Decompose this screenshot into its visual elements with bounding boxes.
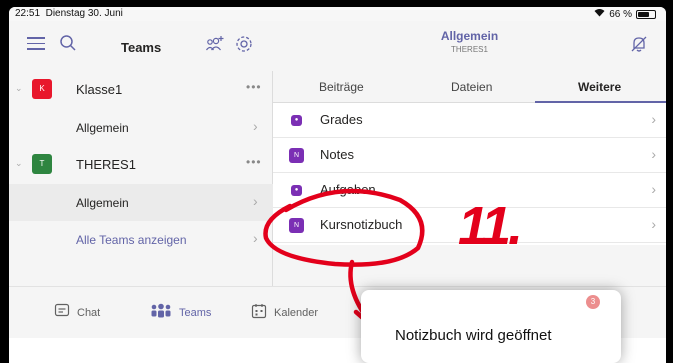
battery-icon xyxy=(636,9,656,19)
tab-beitraege[interactable]: Beiträge xyxy=(319,80,364,94)
app-label: Notes xyxy=(320,147,354,162)
onenote-icon: N xyxy=(289,218,304,233)
app-row-grades[interactable]: ● Grades › xyxy=(273,103,666,138)
channel-name: Allgemein xyxy=(76,121,129,135)
team-avatar: K xyxy=(32,79,52,99)
assignments-icon: ● xyxy=(291,185,302,196)
teams-icon xyxy=(150,303,172,322)
channel-title: Allgemein xyxy=(440,29,499,43)
app-label: Kursnotizbuch xyxy=(320,217,403,232)
bell-muted-icon[interactable] xyxy=(630,35,648,58)
hamburger-menu-icon[interactable] xyxy=(27,37,45,51)
channel-header: Allgemein THERES1 xyxy=(273,21,666,71)
team-list: ⌄ K Klasse1 ••• Allgemein › ⌄ T THERES1 … xyxy=(9,71,273,258)
chat-icon xyxy=(54,303,70,322)
channel-row-allgemein-selected[interactable]: Allgemein › xyxy=(9,184,273,221)
tab-teams[interactable]: Teams xyxy=(150,303,211,322)
tab-chat[interactable]: Chat xyxy=(54,303,100,322)
all-teams-label: Alle Teams anzeigen xyxy=(76,233,187,247)
chevron-right-icon: › xyxy=(253,193,258,209)
chevron-right-icon: › xyxy=(651,146,656,162)
tab-weitere[interactable]: Weitere xyxy=(578,80,621,94)
tab-calendar-label: Kalender xyxy=(274,306,319,319)
chevron-right-icon: › xyxy=(253,118,258,134)
status-right: 66 % xyxy=(594,8,656,20)
add-team-icon[interactable] xyxy=(205,35,225,58)
team-name: Klasse1 xyxy=(76,82,123,97)
status-bar: 22:51 Dienstag 30. Juni 66 % xyxy=(9,7,666,21)
notebook-opening-toast: 3 Notizbuch wird geöffnet xyxy=(361,290,621,363)
channel-name: Allgemein xyxy=(76,196,129,210)
team-avatar: T xyxy=(32,154,52,174)
status-time: 22:51 xyxy=(15,8,41,19)
onenote-icon: N xyxy=(289,148,304,163)
team-name: THERES1 xyxy=(76,157,136,172)
wifi-icon xyxy=(594,8,605,20)
status-time-date: 22:51 Dienstag 30. Juni xyxy=(15,8,123,19)
battery-level-fill xyxy=(638,11,649,17)
team-avatar-initial: T xyxy=(39,159,45,168)
tab-chat-label: Chat xyxy=(77,306,101,319)
chevron-right-icon: › xyxy=(253,230,258,246)
chevron-down-icon[interactable]: ⌄ xyxy=(15,83,23,94)
app-label: Grades xyxy=(320,112,363,127)
chevron-right-icon: › xyxy=(651,181,656,197)
toast-message: Notizbuch wird geöffnet xyxy=(395,327,552,344)
annotation-step-number: 11. xyxy=(458,196,523,256)
tab-calendar[interactable]: Kalender xyxy=(251,303,318,322)
sidebar-title: Teams xyxy=(121,40,162,55)
battery-percent: 66 % xyxy=(609,8,632,20)
notification-badge: 3 xyxy=(586,295,600,309)
team-row-klasse1[interactable]: ⌄ K Klasse1 ••• xyxy=(9,71,273,109)
channel-tabs: Beiträge Dateien Weitere xyxy=(273,71,666,103)
search-icon[interactable] xyxy=(59,34,77,57)
tab-dateien[interactable]: Dateien xyxy=(451,80,492,94)
gear-icon[interactable] xyxy=(234,34,254,59)
more-options-icon[interactable]: ••• xyxy=(246,80,262,94)
app-label: Aufgaben xyxy=(320,182,376,197)
app-row-notes[interactable]: N Notes › xyxy=(273,138,666,173)
chevron-down-icon[interactable]: ⌄ xyxy=(15,158,23,169)
more-options-icon[interactable]: ••• xyxy=(246,155,262,169)
all-teams-link[interactable]: Alle Teams anzeigen › xyxy=(9,221,273,258)
channel-row-allgemein[interactable]: Allgemein › xyxy=(9,109,273,146)
tab-teams-label: Teams xyxy=(179,306,212,319)
channel-subtitle: THERES1 xyxy=(451,45,488,54)
team-row-theres1[interactable]: ⌄ T THERES1 ••• xyxy=(9,146,273,184)
chevron-right-icon: › xyxy=(651,216,656,232)
sidebar-header: Teams xyxy=(9,21,273,71)
chevron-right-icon: › xyxy=(651,111,656,127)
calendar-icon xyxy=(251,303,267,322)
team-avatar-initial: K xyxy=(39,84,45,93)
grades-icon: ● xyxy=(291,115,302,126)
status-date: Dienstag 30. Juni xyxy=(45,8,123,19)
